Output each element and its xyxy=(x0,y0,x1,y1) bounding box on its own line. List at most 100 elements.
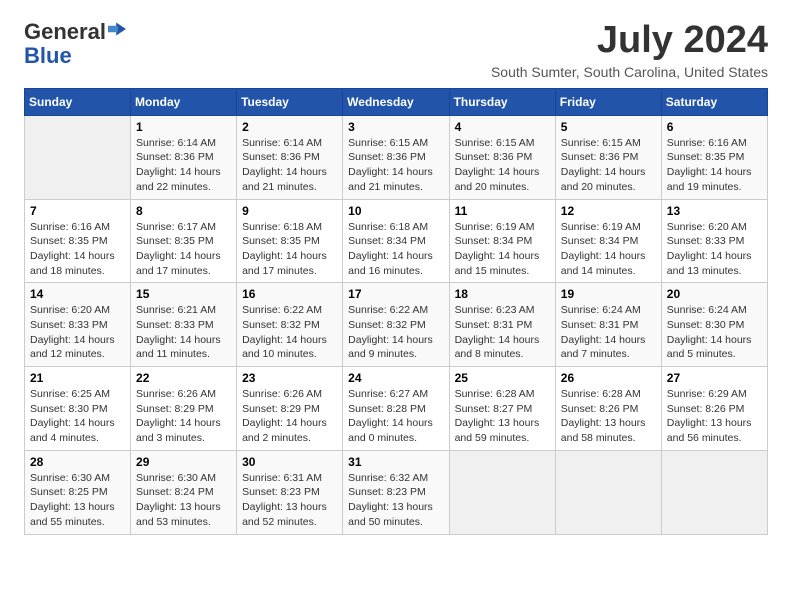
calendar-cell: 9 Sunrise: 6:18 AMSunset: 8:35 PMDaylight… xyxy=(237,199,343,283)
day-info: Sunrise: 6:18 AMSunset: 8:34 PMDaylight:… xyxy=(348,220,443,279)
page-header: General Blue July 2024 South Sumter, Sou… xyxy=(24,20,768,80)
calendar-week-row: 28 Sunrise: 6:30 AMSunset: 8:25 PMDayligh… xyxy=(25,450,768,534)
day-info: Sunrise: 6:30 AMSunset: 8:24 PMDaylight:… xyxy=(136,471,231,530)
day-info: Sunrise: 6:25 AMSunset: 8:30 PMDaylight:… xyxy=(30,387,125,446)
day-info: Sunrise: 6:17 AMSunset: 8:35 PMDaylight:… xyxy=(136,220,231,279)
calendar-week-row: 1 Sunrise: 6:14 AMSunset: 8:36 PMDaylight… xyxy=(25,115,768,199)
weekday-header-wednesday: Wednesday xyxy=(343,88,449,115)
calendar-cell: 31 Sunrise: 6:32 AMSunset: 8:23 PMDayligh… xyxy=(343,450,449,534)
weekday-header-thursday: Thursday xyxy=(449,88,555,115)
calendar-cell: 18Sunrise: 6:23 AMSunset: 8:31 PMDayligh… xyxy=(449,283,555,367)
day-number: 12 xyxy=(561,204,656,218)
day-number: 21 xyxy=(30,371,125,385)
calendar-cell: 10 Sunrise: 6:18 AMSunset: 8:34 PMDayligh… xyxy=(343,199,449,283)
weekday-header-row: SundayMondayTuesdayWednesdayThursdayFrid… xyxy=(25,88,768,115)
calendar-cell: 5 Sunrise: 6:15 AMSunset: 8:36 PMDaylight… xyxy=(555,115,661,199)
day-number: 4 xyxy=(455,120,550,134)
calendar-cell: 16Sunrise: 6:22 AMSunset: 8:32 PMDayligh… xyxy=(237,283,343,367)
day-info: Sunrise: 6:15 AMSunset: 8:36 PMDaylight:… xyxy=(561,136,656,195)
day-number: 25 xyxy=(455,371,550,385)
day-info: Sunrise: 6:20 AMSunset: 8:33 PMDaylight:… xyxy=(667,220,762,279)
day-number: 1 xyxy=(136,120,231,134)
calendar-cell: 17 Sunrise: 6:22 AMSunset: 8:32 PMDayligh… xyxy=(343,283,449,367)
day-info: Sunrise: 6:21 AMSunset: 8:33 PMDaylight:… xyxy=(136,303,231,362)
title-area: July 2024 South Sumter, South Carolina, … xyxy=(491,20,768,80)
weekday-header-tuesday: Tuesday xyxy=(237,88,343,115)
calendar-cell: 7Sunrise: 6:16 AMSunset: 8:35 PMDaylight… xyxy=(25,199,131,283)
day-info: Sunrise: 6:14 AMSunset: 8:36 PMDaylight:… xyxy=(242,136,337,195)
calendar-cell: 13 Sunrise: 6:20 AMSunset: 8:33 PMDayligh… xyxy=(661,199,767,283)
day-info: Sunrise: 6:26 AMSunset: 8:29 PMDaylight:… xyxy=(136,387,231,446)
day-number: 8 xyxy=(136,204,231,218)
logo: General Blue xyxy=(24,20,126,68)
day-info: Sunrise: 6:15 AMSunset: 8:36 PMDaylight:… xyxy=(348,136,443,195)
day-info: Sunrise: 6:19 AMSunset: 8:34 PMDaylight:… xyxy=(561,220,656,279)
weekday-header-sunday: Sunday xyxy=(25,88,131,115)
day-info: Sunrise: 6:20 AMSunset: 8:33 PMDaylight:… xyxy=(30,303,125,362)
calendar-cell: 3Sunrise: 6:15 AMSunset: 8:36 PMDaylight… xyxy=(343,115,449,199)
day-number: 22 xyxy=(136,371,231,385)
calendar-cell: 30 Sunrise: 6:31 AMSunset: 8:23 PMDayligh… xyxy=(237,450,343,534)
day-info: Sunrise: 6:24 AMSunset: 8:31 PMDaylight:… xyxy=(561,303,656,362)
day-number: 18 xyxy=(455,287,550,301)
day-number: 27 xyxy=(667,371,762,385)
day-number: 30 xyxy=(242,455,337,469)
calendar-cell: 26 Sunrise: 6:28 AMSunset: 8:26 PMDayligh… xyxy=(555,367,661,451)
weekday-header-friday: Friday xyxy=(555,88,661,115)
calendar-cell: 11Sunrise: 6:19 AMSunset: 8:34 PMDayligh… xyxy=(449,199,555,283)
logo-general: General xyxy=(24,20,106,44)
day-info: Sunrise: 6:18 AMSunset: 8:35 PMDaylight:… xyxy=(242,220,337,279)
logo-blue: Blue xyxy=(24,43,72,68)
calendar-cell: 27 Sunrise: 6:29 AMSunset: 8:26 PMDayligh… xyxy=(661,367,767,451)
day-number: 23 xyxy=(242,371,337,385)
location-subtitle: South Sumter, South Carolina, United Sta… xyxy=(491,64,768,80)
calendar-cell: 15 Sunrise: 6:21 AMSunset: 8:33 PMDayligh… xyxy=(131,283,237,367)
day-number: 14 xyxy=(30,287,125,301)
calendar-table: SundayMondayTuesdayWednesdayThursdayFrid… xyxy=(24,88,768,535)
day-number: 29 xyxy=(136,455,231,469)
day-info: Sunrise: 6:28 AMSunset: 8:26 PMDaylight:… xyxy=(561,387,656,446)
calendar-cell: 24Sunrise: 6:27 AMSunset: 8:28 PMDayligh… xyxy=(343,367,449,451)
day-info: Sunrise: 6:22 AMSunset: 8:32 PMDaylight:… xyxy=(348,303,443,362)
calendar-cell: 29 Sunrise: 6:30 AMSunset: 8:24 PMDayligh… xyxy=(131,450,237,534)
calendar-cell: 4 Sunrise: 6:15 AMSunset: 8:36 PMDaylight… xyxy=(449,115,555,199)
day-info: Sunrise: 6:29 AMSunset: 8:26 PMDaylight:… xyxy=(667,387,762,446)
day-info: Sunrise: 6:30 AMSunset: 8:25 PMDaylight:… xyxy=(30,471,125,530)
day-number: 9 xyxy=(242,204,337,218)
day-info: Sunrise: 6:26 AMSunset: 8:29 PMDaylight:… xyxy=(242,387,337,446)
day-info: Sunrise: 6:28 AMSunset: 8:27 PMDaylight:… xyxy=(455,387,550,446)
calendar-cell xyxy=(661,450,767,534)
day-number: 5 xyxy=(561,120,656,134)
day-info: Sunrise: 6:15 AMSunset: 8:36 PMDaylight:… xyxy=(455,136,550,195)
weekday-header-saturday: Saturday xyxy=(661,88,767,115)
day-number: 26 xyxy=(561,371,656,385)
month-title: July 2024 xyxy=(491,20,768,62)
day-number: 17 xyxy=(348,287,443,301)
day-info: Sunrise: 6:24 AMSunset: 8:30 PMDaylight:… xyxy=(667,303,762,362)
calendar-cell xyxy=(449,450,555,534)
calendar-week-row: 21 Sunrise: 6:25 AMSunset: 8:30 PMDayligh… xyxy=(25,367,768,451)
day-info: Sunrise: 6:27 AMSunset: 8:28 PMDaylight:… xyxy=(348,387,443,446)
day-info: Sunrise: 6:32 AMSunset: 8:23 PMDaylight:… xyxy=(348,471,443,530)
day-number: 20 xyxy=(667,287,762,301)
calendar-cell: 1Sunrise: 6:14 AMSunset: 8:36 PMDaylight… xyxy=(131,115,237,199)
calendar-cell: 19Sunrise: 6:24 AMSunset: 8:31 PMDayligh… xyxy=(555,283,661,367)
day-info: Sunrise: 6:31 AMSunset: 8:23 PMDaylight:… xyxy=(242,471,337,530)
day-number: 11 xyxy=(455,204,550,218)
day-number: 2 xyxy=(242,120,337,134)
calendar-cell: 25 Sunrise: 6:28 AMSunset: 8:27 PMDayligh… xyxy=(449,367,555,451)
calendar-cell: 6 Sunrise: 6:16 AMSunset: 8:35 PMDaylight… xyxy=(661,115,767,199)
day-number: 16 xyxy=(242,287,337,301)
day-number: 31 xyxy=(348,455,443,469)
day-info: Sunrise: 6:16 AMSunset: 8:35 PMDaylight:… xyxy=(667,136,762,195)
day-number: 10 xyxy=(348,204,443,218)
weekday-header-monday: Monday xyxy=(131,88,237,115)
day-number: 28 xyxy=(30,455,125,469)
calendar-cell: 14 Sunrise: 6:20 AMSunset: 8:33 PMDayligh… xyxy=(25,283,131,367)
day-number: 13 xyxy=(667,204,762,218)
calendar-cell: 21 Sunrise: 6:25 AMSunset: 8:30 PMDayligh… xyxy=(25,367,131,451)
day-number: 6 xyxy=(667,120,762,134)
day-info: Sunrise: 6:16 AMSunset: 8:35 PMDaylight:… xyxy=(30,220,125,279)
day-number: 15 xyxy=(136,287,231,301)
calendar-cell xyxy=(25,115,131,199)
